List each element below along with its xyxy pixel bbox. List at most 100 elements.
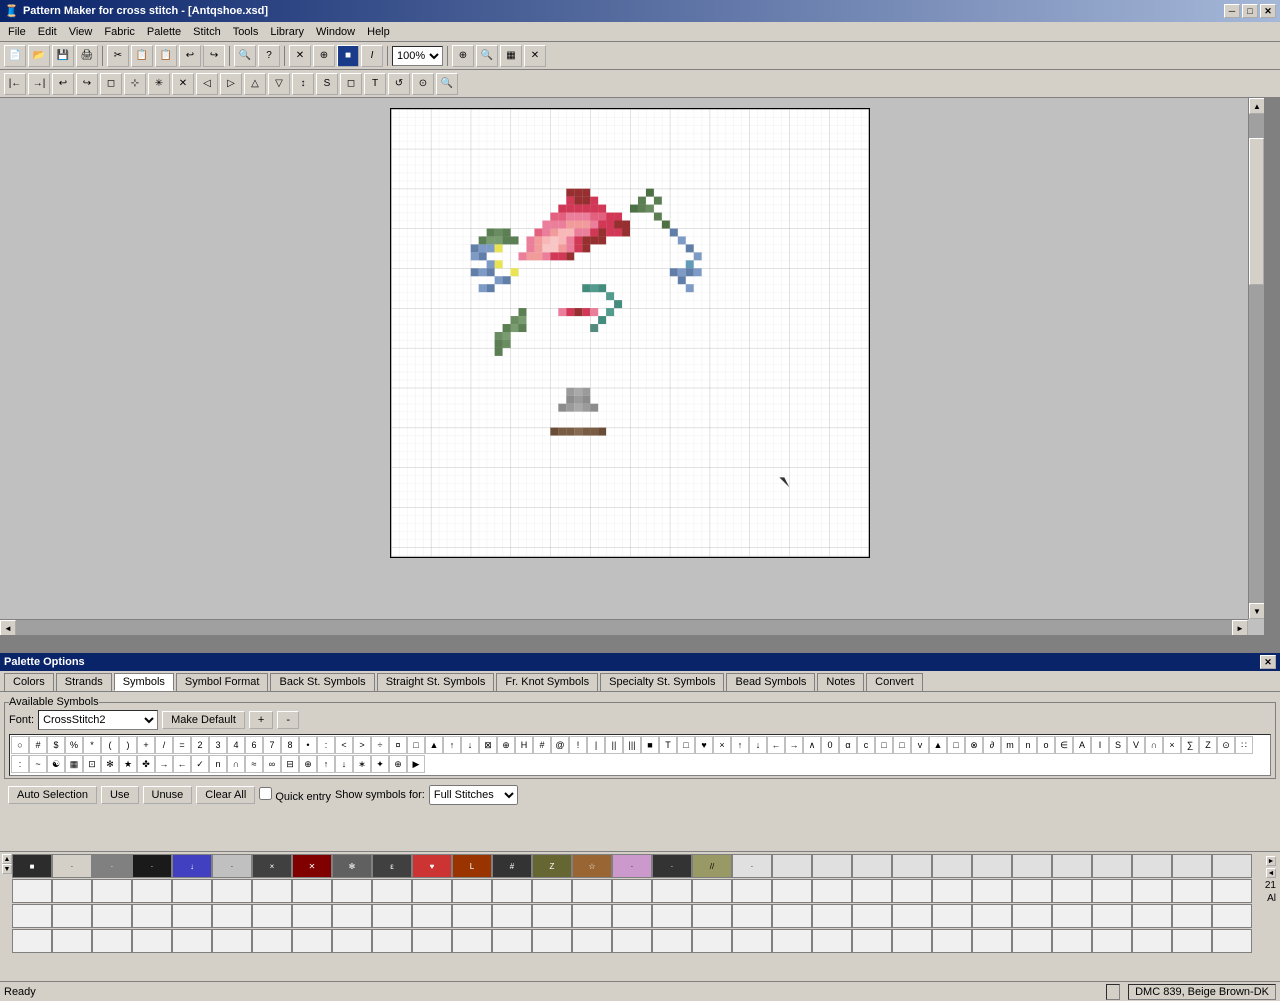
symbol-cell[interactable]: ✤ — [137, 755, 155, 773]
tb2-undo[interactable]: ↩ — [52, 73, 74, 95]
symbol-cell[interactable]: ⊡ — [83, 755, 101, 773]
symbol-cell[interactable]: > — [353, 736, 371, 754]
color-cell[interactable] — [1092, 854, 1132, 878]
color-cell[interactable] — [812, 879, 852, 903]
color-cell[interactable] — [1012, 854, 1052, 878]
color-cell[interactable] — [1092, 929, 1132, 953]
symbol-cell[interactable]: ⊗ — [965, 736, 983, 754]
symbol-cell[interactable]: ▦ — [65, 755, 83, 773]
symbol-cell[interactable]: n — [1019, 736, 1037, 754]
color-cell[interactable] — [332, 879, 372, 903]
color-cell[interactable] — [1132, 854, 1172, 878]
symbol-cell[interactable]: ↑ — [443, 736, 461, 754]
symbol-cell[interactable]: V — [1127, 736, 1145, 754]
symbol-cell[interactable]: % — [65, 736, 83, 754]
tb2-rotate[interactable]: ↺ — [388, 73, 410, 95]
symbol-cell[interactable]: • — [299, 736, 317, 754]
tb2-circle[interactable]: ⊙ — [412, 73, 434, 95]
color-cell[interactable] — [172, 929, 212, 953]
color-cell[interactable] — [1212, 929, 1252, 953]
symbol-cell[interactable]: ( — [101, 736, 119, 754]
color-cell[interactable] — [812, 929, 852, 953]
symbol-cell[interactable]: ⊕ — [497, 736, 515, 754]
symbol-cell[interactable]: ∩ — [227, 755, 245, 773]
tab-specialty-st-symbols[interactable]: Specialty St. Symbols — [600, 673, 724, 691]
color-cell[interactable]: ε — [372, 854, 412, 878]
grid-button[interactable]: ▦ — [500, 45, 522, 67]
symbol-cell[interactable]: ! — [569, 736, 587, 754]
color-cell[interactable] — [652, 904, 692, 928]
symbol-cell[interactable]: H — [515, 736, 533, 754]
color-cell[interactable] — [1092, 879, 1132, 903]
color-cell[interactable] — [1012, 929, 1052, 953]
color-cell[interactable] — [292, 904, 332, 928]
color-cell[interactable] — [892, 929, 932, 953]
color-cell[interactable]: ☆ — [572, 854, 612, 878]
tab-fr-knot-symbols[interactable]: Fr. Knot Symbols — [496, 673, 598, 691]
color-cell[interactable] — [1132, 904, 1172, 928]
symbol-cell[interactable]: → — [785, 736, 803, 754]
tab-symbols[interactable]: Symbols — [114, 673, 174, 691]
color-cell[interactable] — [932, 879, 972, 903]
tb2-right[interactable]: ▷ — [220, 73, 242, 95]
symbol-cell[interactable]: * — [83, 736, 101, 754]
color-cell[interactable] — [932, 929, 972, 953]
undo-button[interactable]: ↩ — [179, 45, 201, 67]
symbol-cell[interactable]: ■ — [641, 736, 659, 754]
color-cell[interactable] — [172, 904, 212, 928]
symbol-cell[interactable]: □ — [677, 736, 695, 754]
color-cell[interactable] — [532, 904, 572, 928]
auto-selection-button[interactable]: Auto Selection — [8, 786, 97, 804]
open-button[interactable]: 📂 — [28, 45, 50, 67]
palette-scroll-down[interactable]: ▼ — [2, 864, 12, 874]
color-cell[interactable] — [252, 879, 292, 903]
symbol-cell[interactable]: m — [1001, 736, 1019, 754]
symbol-cell[interactable]: ✓ — [191, 755, 209, 773]
color-cell[interactable] — [772, 879, 812, 903]
tb2-arrows[interactable]: ↕ — [292, 73, 314, 95]
color-cell[interactable]: // — [692, 854, 732, 878]
symbol-cell[interactable]: 4 — [227, 736, 245, 754]
symbol-cell[interactable]: S — [1109, 736, 1127, 754]
palette-scroll-left[interactable]: ◄ — [1266, 868, 1276, 878]
symbol-cell[interactable]: ▶ — [407, 755, 425, 773]
color-cell[interactable] — [692, 904, 732, 928]
zoom-in-button[interactable]: 🔍 — [234, 45, 256, 67]
color-cell[interactable] — [972, 929, 1012, 953]
color-cell[interactable] — [92, 929, 132, 953]
color-cell[interactable] — [212, 929, 252, 953]
color-cell[interactable] — [892, 854, 932, 878]
tb2-down[interactable]: ▽ — [268, 73, 290, 95]
color-cell[interactable] — [1052, 879, 1092, 903]
color-cell[interactable] — [612, 904, 652, 928]
symbol-cell[interactable]: ↓ — [461, 736, 479, 754]
color-cell[interactable] — [1132, 929, 1172, 953]
color-cell[interactable]: · — [652, 854, 692, 878]
color-cell[interactable]: · — [52, 854, 92, 878]
color-cell[interactable] — [52, 879, 92, 903]
font-select[interactable]: CrossStitch2 CrossStitch3 Stitchery — [38, 710, 158, 730]
menu-fabric[interactable]: Fabric — [98, 24, 141, 40]
color-cell[interactable]: · — [732, 854, 772, 878]
symbol-cell[interactable]: ▲ — [929, 736, 947, 754]
color-cell[interactable] — [692, 929, 732, 953]
color-cell[interactable] — [1172, 904, 1212, 928]
symbol-cell[interactable]: ← — [767, 736, 785, 754]
paste-button[interactable]: 📋 — [155, 45, 177, 67]
symbol-cell[interactable]: α — [839, 736, 857, 754]
color-cell[interactable] — [492, 929, 532, 953]
symbol-cell[interactable]: ↓ — [749, 736, 767, 754]
color-cell[interactable] — [332, 929, 372, 953]
symbol-cell[interactable]: ○ — [11, 736, 29, 754]
select-all-button[interactable]: ⊕ — [313, 45, 335, 67]
color-cell[interactable] — [972, 879, 1012, 903]
palette-close-button[interactable]: ✕ — [1260, 655, 1276, 669]
symbol-cell[interactable]: ∞ — [263, 755, 281, 773]
symbol-cell[interactable]: ☯ — [47, 755, 65, 773]
color-cell[interactable] — [492, 879, 532, 903]
menu-window[interactable]: Window — [310, 24, 361, 40]
color-cell[interactable] — [852, 904, 892, 928]
color-cell[interactable] — [1212, 879, 1252, 903]
symbol-cell[interactable]: 8 — [281, 736, 299, 754]
tb2-redo[interactable]: ↪ — [76, 73, 98, 95]
